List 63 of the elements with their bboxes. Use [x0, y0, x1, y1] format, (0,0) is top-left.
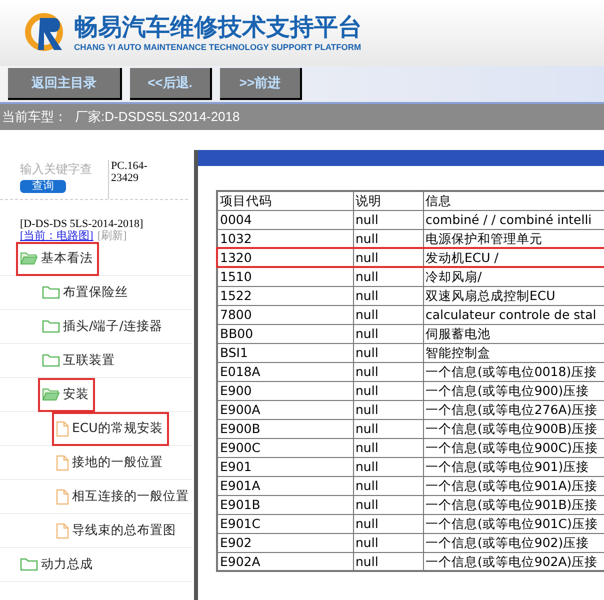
- document-icon: [56, 454, 69, 470]
- table-cell: null: [353, 362, 423, 381]
- vehicle-value: 厂家:D-DSDS5LS2014-2018: [75, 108, 240, 126]
- table-cell: 7800: [217, 305, 353, 324]
- table-cell: E900B: [217, 419, 353, 438]
- folder-icon: [20, 557, 38, 572]
- table-cell: 0004: [217, 210, 353, 229]
- tree-item[interactable]: 接地的一般位置: [54, 448, 167, 478]
- table-cell: null: [353, 533, 423, 552]
- tree-item[interactable]: 插头/端子/连接器: [40, 312, 166, 342]
- table-cell: null: [353, 324, 423, 343]
- platform-title: 畅易汽车维修技术支持平台: [74, 12, 362, 41]
- table-cell: null: [353, 419, 423, 438]
- part-code: PC.164-23429: [108, 160, 158, 199]
- table-cell: null: [353, 400, 423, 419]
- open-folder-icon: [20, 251, 38, 266]
- column-header: 说明: [353, 191, 423, 210]
- tree-item[interactable]: 互联装置: [40, 346, 119, 376]
- table-cell: null: [353, 514, 423, 533]
- folder-icon: [42, 353, 60, 368]
- current-view-link[interactable]: [当前：电路图]: [20, 230, 94, 242]
- document-icon: [56, 488, 69, 504]
- table-cell: null: [353, 495, 423, 514]
- table-cell: E901: [217, 457, 353, 476]
- table-cell: 1522: [217, 286, 353, 305]
- platform-subtitle: CHANG YI AUTO MAINTENANCE TECHNOLOGY SUPPORT PLATFORM: [74, 40, 362, 54]
- table-cell: E901A: [217, 476, 353, 495]
- keyword-input[interactable]: 输入关键字查: [20, 160, 102, 178]
- folder-icon: [42, 285, 60, 300]
- folder-icon: [42, 319, 60, 334]
- tree-item[interactable]: 相互连接的一般位置: [54, 482, 193, 512]
- table-cell: null: [353, 476, 423, 495]
- vehicle-label: 当前车型：: [2, 108, 67, 126]
- table-cell: null: [353, 457, 423, 476]
- model-name: [D-DS-DS 5LS-2014-2018]: [20, 218, 144, 230]
- table-cell: null: [353, 438, 423, 457]
- table-cell: null: [353, 305, 423, 324]
- column-header: 项目代码: [217, 191, 353, 210]
- search-button[interactable]: 查询: [20, 180, 66, 193]
- table-cell: BB00: [217, 324, 353, 343]
- tree-item[interactable]: 基本看法: [18, 244, 97, 274]
- tree-item[interactable]: 布置保险丝: [40, 278, 132, 308]
- tree-item[interactable]: 动力总成: [18, 550, 97, 580]
- table-cell: null: [353, 210, 423, 229]
- table-cell: null: [353, 286, 423, 305]
- table-cell: E900A: [217, 400, 353, 419]
- open-folder-icon: [42, 387, 60, 402]
- table-cell: E901C: [217, 514, 353, 533]
- table-cell: null: [353, 343, 423, 362]
- table-cell: null: [353, 381, 423, 400]
- tree-item[interactable]: ECU的常规安装: [54, 414, 167, 444]
- table-cell: E018A: [217, 362, 353, 381]
- table-cell: E900C: [217, 438, 353, 457]
- table-cell: E902: [217, 533, 353, 552]
- tree-item[interactable]: 导线束的总布置图: [54, 516, 180, 546]
- tree-item[interactable]: 安装: [40, 380, 93, 410]
- document-icon: [56, 522, 69, 538]
- table-cell: E900: [217, 381, 353, 400]
- table-cell: 1510: [217, 267, 353, 286]
- table-cell: BSI1: [217, 343, 353, 362]
- table-cell: E901B: [217, 495, 353, 514]
- document-icon: [56, 420, 69, 436]
- table-cell: null: [353, 267, 423, 286]
